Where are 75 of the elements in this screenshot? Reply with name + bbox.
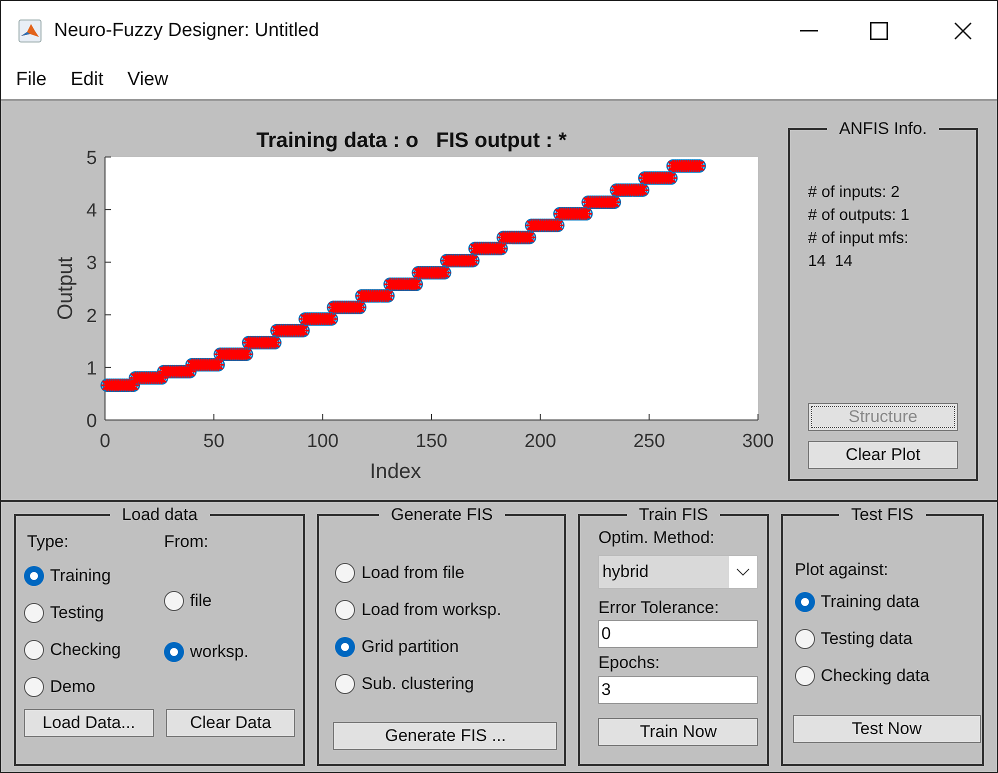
- close-icon[interactable]: [954, 22, 972, 40]
- y-axis-label: Output: [54, 256, 77, 320]
- radio-label: Sub. clustering: [361, 672, 474, 695]
- radio-button[interactable]: [24, 566, 44, 586]
- epochs-label: Epochs:: [598, 652, 661, 674]
- x-tick-label: 0: [100, 431, 110, 452]
- method-dropdown[interactable]: hybrid: [598, 554, 758, 588]
- push-button[interactable]: Load Data...: [24, 708, 154, 736]
- radio-label: Testing data: [820, 628, 912, 650]
- plot-against-label: Plot against:: [794, 559, 890, 581]
- error-tolerance-label: Error Tolerance:: [598, 596, 720, 618]
- menu-item[interactable]: View: [127, 66, 168, 94]
- x-tick-label: 100: [306, 431, 339, 452]
- radio-label: Grid partition: [361, 636, 459, 658]
- x-tick-label: 50: [203, 431, 224, 452]
- from-label: From:: [164, 531, 210, 553]
- radio-button[interactable]: [794, 629, 815, 649]
- radio-button[interactable]: [24, 677, 44, 697]
- radio-button[interactable]: [794, 592, 815, 612]
- y-tick-label: 2: [86, 306, 97, 327]
- radio-button[interactable]: [24, 603, 44, 623]
- panel-title: Test FIS: [850, 505, 915, 525]
- push-button[interactable]: Generate FIS ...: [333, 722, 558, 750]
- radio-label: Training data: [820, 591, 920, 614]
- push-button[interactable]: Test Now: [792, 714, 981, 742]
- chevron-down-icon: [736, 568, 750, 576]
- y-tick-label: 4: [86, 200, 97, 222]
- radio-label: Training: [50, 565, 111, 588]
- radio-label: Demo: [50, 676, 96, 698]
- radio-label: Testing: [50, 602, 104, 624]
- chart-title: Training data : o FIS output : *: [256, 129, 567, 152]
- window-title: Neuro-Fuzzy Designer: Untitled: [54, 18, 320, 43]
- menu-item[interactable]: Edit: [70, 66, 104, 94]
- radio-button[interactable]: [164, 591, 184, 611]
- radio-label: Load from worksp.: [361, 598, 502, 621]
- y-tick-label: 0: [86, 411, 97, 432]
- info-line: # of input mfs:: [808, 229, 910, 249]
- radio-label: worksp.: [190, 641, 249, 664]
- info-line: # of inputs: 2: [808, 183, 901, 203]
- radio-label: Checking: [50, 639, 121, 662]
- push-button[interactable]: Clear Data: [166, 708, 296, 736]
- panel-title: Generate FIS: [390, 505, 494, 525]
- radio-button[interactable]: [335, 562, 356, 582]
- x-tick-label: 200: [524, 431, 556, 452]
- method-label: Optim. Method:: [598, 527, 716, 549]
- type-label: Type:: [27, 531, 70, 553]
- radio-button[interactable]: [335, 636, 356, 656]
- y-tick-label: 3: [86, 253, 97, 274]
- maximize-icon[interactable]: [870, 22, 888, 40]
- radio-label: file: [190, 590, 212, 612]
- radio-label: Checking data: [820, 665, 930, 688]
- radio-button[interactable]: [335, 600, 356, 620]
- radio-label: Load from file: [361, 562, 464, 584]
- panel-title: Load data: [120, 505, 199, 525]
- x-axis-label: Index: [370, 460, 422, 483]
- x-tick-label: 250: [633, 431, 666, 452]
- radio-button[interactable]: [335, 674, 356, 694]
- radio-button[interactable]: [164, 642, 184, 662]
- info-line: 14 14: [808, 252, 854, 272]
- epochs-field[interactable]: 3: [598, 676, 758, 704]
- info-line: # of outputs: 1: [808, 206, 910, 226]
- minimize-icon[interactable]: [800, 30, 818, 32]
- x-tick-label: 150: [416, 431, 448, 452]
- push-button[interactable]: Clear Plot: [808, 441, 958, 469]
- radio-button[interactable]: [794, 666, 815, 686]
- x-tick-label: 300: [742, 431, 774, 452]
- menu-item[interactable]: File: [16, 66, 47, 94]
- radio-button[interactable]: [24, 640, 44, 660]
- y-tick-label: 1: [86, 358, 97, 380]
- y-tick-label: 5: [86, 148, 97, 169]
- app-icon: [18, 19, 42, 43]
- push-button[interactable]: Train Now: [598, 718, 758, 746]
- error-tolerance-field[interactable]: 0: [598, 620, 758, 648]
- panel-title: Train FIS: [638, 505, 710, 525]
- panel-title: ANFIS Info.: [838, 119, 928, 139]
